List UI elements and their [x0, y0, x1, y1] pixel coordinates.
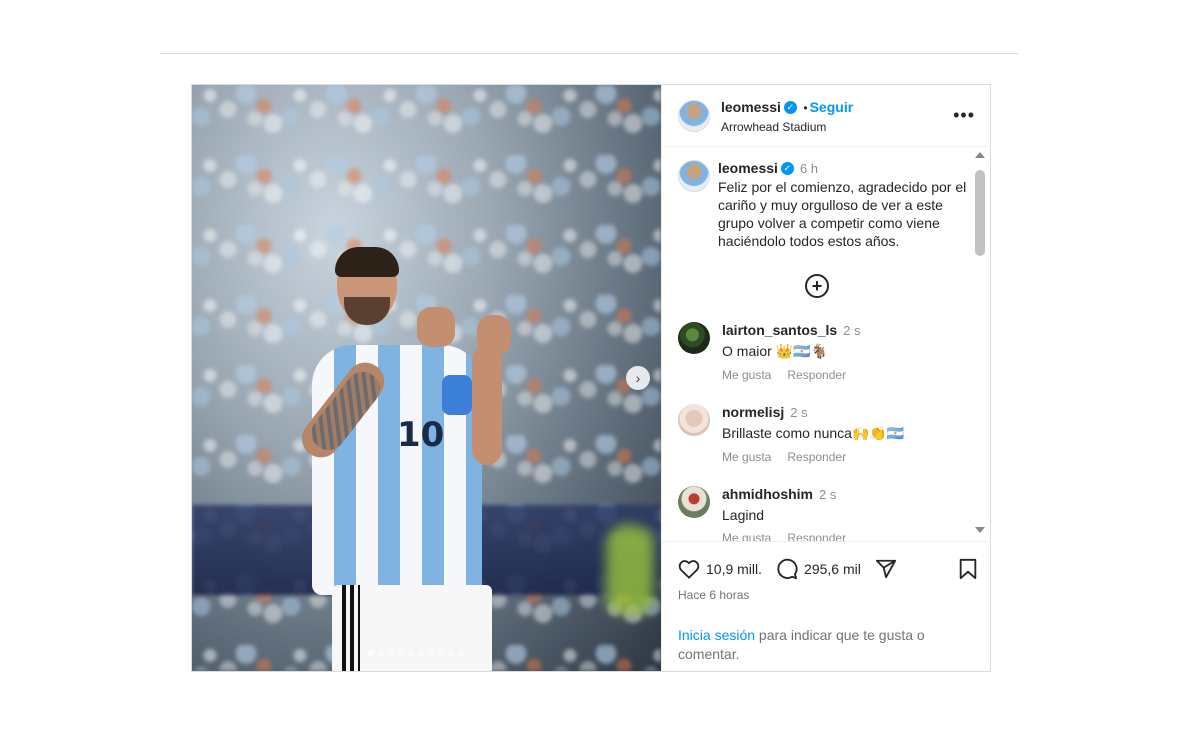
comment-username[interactable]: lairton_santos_ls: [722, 322, 837, 338]
left-fist: [417, 307, 455, 347]
scroll-thumb[interactable]: [975, 170, 985, 256]
carousel-dot[interactable]: [408, 650, 414, 656]
author-avatar[interactable]: [678, 100, 710, 132]
caption-time: 6 h: [799, 161, 819, 176]
bookmark-icon: [959, 558, 977, 580]
login-prompt: Inicia sesión para indicar que te gusta …: [678, 626, 968, 664]
carousel-dot[interactable]: [398, 650, 404, 656]
right-fist: [477, 315, 511, 355]
post-media[interactable]: 10 ›: [192, 85, 661, 671]
comment-reply-button[interactable]: Responder: [787, 368, 846, 382]
comment-item: lairton_santos_ls 2 s O maior 👑🇦🇷🐐 Me gus…: [678, 322, 958, 382]
shorts-stripe: [342, 585, 360, 671]
comment-item: ahmidhoshim 2 s Lagind Me gusta Responder: [678, 486, 958, 541]
heart-icon: [678, 560, 700, 579]
carousel-dot[interactable]: [448, 650, 454, 656]
caption-text: Feliz por el comienzo, agradecido por el…: [718, 179, 967, 249]
more-options-icon[interactable]: •••: [953, 105, 975, 126]
carousel-dots: [368, 650, 464, 656]
player-beard: [344, 297, 390, 325]
scroll-up-arrow-icon[interactable]: [975, 152, 985, 158]
post-header: leomessi ✓ • Seguir Arrowhead Stadium •••: [662, 85, 991, 147]
carousel-dot[interactable]: [418, 650, 424, 656]
comment-username[interactable]: ahmidhoshim: [722, 486, 813, 502]
carousel-dot[interactable]: [368, 650, 374, 656]
send-icon: [875, 559, 896, 579]
comment-text: Brillaste como nunca: [722, 425, 852, 441]
header-separator: •: [803, 101, 808, 115]
comments-list[interactable]: leomessi ✓ 6 h Feliz por el comienzo, agra…: [662, 148, 991, 541]
caption-avatar[interactable]: [678, 160, 710, 192]
likes-count: 10,9 mill.: [706, 561, 763, 577]
caption-username[interactable]: leomessi: [718, 160, 778, 176]
scroll-down-arrow-icon[interactable]: [975, 527, 985, 533]
caption: leomessi ✓ 6 h Feliz por el comienzo, agra…: [718, 160, 968, 250]
comment-time: 2 s: [819, 487, 837, 502]
comment-like-button[interactable]: Me gusta: [722, 450, 771, 464]
comment-emojis: 🙌👏🇦🇷: [851, 425, 905, 441]
comment-avatar[interactable]: [678, 322, 710, 354]
post-location[interactable]: Arrowhead Stadium: [721, 120, 826, 134]
comment-bubble-icon: [777, 558, 798, 580]
post-time-ago: Hace 6 horas: [678, 588, 750, 602]
add-circle-icon[interactable]: +: [805, 274, 829, 298]
share-button[interactable]: [875, 558, 897, 580]
verified-badge-icon: ✓: [780, 162, 794, 176]
comment-time: 2 s: [843, 323, 861, 338]
background-figure: [606, 525, 654, 615]
comment-reply-button[interactable]: Responder: [787, 531, 846, 541]
comment-item: normelisj 2 s Brillaste como nunca🙌👏🇦🇷 Me…: [678, 404, 958, 464]
like-button[interactable]: 10,9 mill.: [678, 559, 762, 579]
comment-like-button[interactable]: Me gusta: [722, 368, 771, 382]
comment-username[interactable]: normelisj: [722, 404, 784, 420]
right-arm: [472, 345, 502, 465]
comments-count: 295,6 mil: [804, 561, 861, 577]
post-card: 10 › leomessi ✓ • Seguir Arrowhead Stadium: [191, 84, 991, 672]
player-hair: [335, 247, 399, 277]
save-button[interactable]: [958, 558, 978, 585]
comment-like-button[interactable]: Me gusta: [722, 531, 771, 541]
verified-badge-icon: ✓: [783, 101, 797, 115]
comment-avatar[interactable]: [678, 404, 710, 436]
player-photo: 10: [294, 245, 532, 671]
comment-button[interactable]: 295,6 mil: [776, 558, 861, 580]
comment-text: Lagind: [722, 507, 765, 523]
comments-scrollbar[interactable]: [973, 148, 987, 541]
carousel-dot[interactable]: [458, 650, 464, 656]
carousel-dot[interactable]: [428, 650, 434, 656]
author-username[interactable]: leomessi: [721, 99, 781, 115]
comment-text: O maior 👑: [722, 343, 794, 359]
comment-emojis: 🇦🇷🐐: [793, 343, 828, 359]
carousel-dot[interactable]: [378, 650, 384, 656]
comment-reply-button[interactable]: Responder: [787, 450, 846, 464]
top-divider: [160, 53, 1018, 54]
carousel-dot[interactable]: [388, 650, 394, 656]
post-sidebar: leomessi ✓ • Seguir Arrowhead Stadium ••• …: [661, 85, 991, 671]
comment-avatar[interactable]: [678, 486, 710, 518]
comment-time: 2 s: [790, 405, 808, 420]
login-link[interactable]: Inicia sesión: [678, 627, 755, 643]
follow-button[interactable]: Seguir: [810, 99, 854, 115]
jersey-number: 10: [397, 415, 445, 455]
chevron-right-icon: ›: [635, 370, 641, 386]
captain-armband: [442, 375, 472, 415]
carousel-dot[interactable]: [438, 650, 444, 656]
post-actions: 10,9 mill. 295,6 mil Hace 6 horas Inicia…: [662, 541, 991, 671]
next-slide-button[interactable]: ›: [626, 366, 650, 390]
